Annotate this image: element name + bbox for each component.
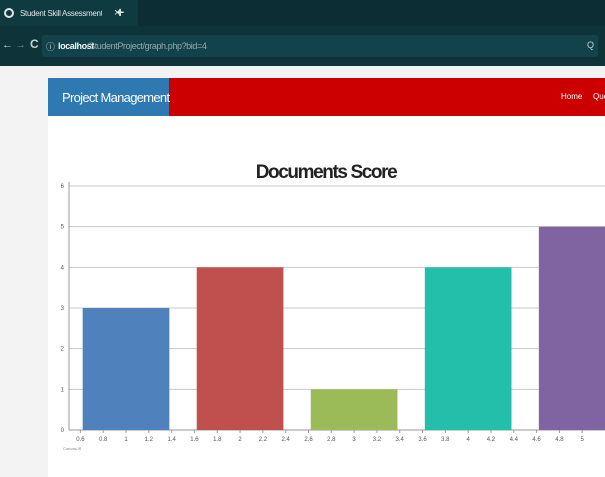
x-tick-label: 4.2 bbox=[487, 437, 496, 443]
x-tick-label: 1.6 bbox=[190, 437, 199, 443]
x-tick-label: 0.6 bbox=[76, 437, 85, 443]
bar-5 bbox=[538, 226, 605, 430]
bar-1 bbox=[82, 308, 170, 430]
search-icon[interactable]: Q bbox=[587, 40, 594, 50]
favicon-icon bbox=[4, 8, 14, 18]
x-tick-label: 0.8 bbox=[99, 437, 108, 443]
x-tick-label: 2.2 bbox=[259, 437, 268, 443]
address-bar: ← → C ⓘ localhost /StudentProject/graph.… bbox=[0, 26, 605, 66]
y-tick-label: 3 bbox=[61, 306, 65, 312]
reload-icon[interactable]: C bbox=[30, 37, 39, 51]
y-tick-label: 2 bbox=[61, 347, 65, 353]
x-tick-label: 3.4 bbox=[396, 437, 405, 443]
x-tick-label: 5 bbox=[581, 437, 585, 443]
x-tick-label: 1.4 bbox=[167, 437, 176, 443]
x-tick-label: 1 bbox=[124, 437, 128, 443]
x-tick-label: 4.6 bbox=[532, 437, 541, 443]
new-tab-icon[interactable]: + bbox=[116, 4, 124, 20]
y-tick-label: 4 bbox=[61, 265, 65, 271]
x-tick-label: 3 bbox=[352, 437, 356, 443]
tab-title: Student Skill Assessment bbox=[20, 8, 102, 18]
y-tick-label: 0 bbox=[61, 428, 65, 434]
bar-chart: Documents Score 0 1 2 3 4 5 6 0.6 0.8 1 1.2 1.4 1.6 1.… bbox=[61, 162, 605, 451]
bar-2 bbox=[196, 267, 284, 430]
url-field[interactable]: ⓘ localhost /StudentProject/graph.php?bi… bbox=[42, 35, 598, 57]
x-tick-label: 1.8 bbox=[213, 437, 222, 443]
x-tick-label: 4.8 bbox=[555, 437, 564, 443]
x-tick-label: 4 bbox=[466, 437, 470, 443]
chart-title: Documents Score bbox=[256, 162, 397, 183]
x-tick-label: 1.2 bbox=[145, 437, 154, 443]
page-body: Project Management Home Query Documents … bbox=[0, 66, 605, 477]
info-icon[interactable]: ⓘ bbox=[46, 40, 55, 53]
browser-tab-bar: Student Skill Assessment × + bbox=[0, 0, 605, 26]
y-tick-label: 1 bbox=[61, 387, 65, 393]
bar-3 bbox=[310, 389, 398, 430]
x-tick-label: 2 bbox=[238, 437, 242, 443]
y-tick-label: 5 bbox=[61, 225, 65, 231]
x-tick-label: 2.6 bbox=[304, 437, 313, 443]
x-tick-label: 3.2 bbox=[373, 437, 382, 443]
content-card: Project Management Home Query Documents … bbox=[48, 78, 605, 477]
chart-credit: CanvasJS bbox=[63, 446, 82, 451]
back-icon[interactable]: ← bbox=[2, 39, 13, 51]
y-tick-label: 6 bbox=[61, 184, 65, 190]
x-tick-label: 2.8 bbox=[327, 437, 336, 443]
x-tick-label: 3.6 bbox=[418, 437, 427, 443]
x-tick-label: 3.8 bbox=[441, 437, 450, 443]
url-path: /StudentProject/graph.php?bid=4 bbox=[87, 41, 207, 51]
x-tick-label: 4.4 bbox=[510, 437, 519, 443]
bar-4 bbox=[424, 267, 512, 430]
forward-icon[interactable]: → bbox=[15, 39, 26, 51]
x-tick-label: 2.4 bbox=[282, 437, 291, 443]
